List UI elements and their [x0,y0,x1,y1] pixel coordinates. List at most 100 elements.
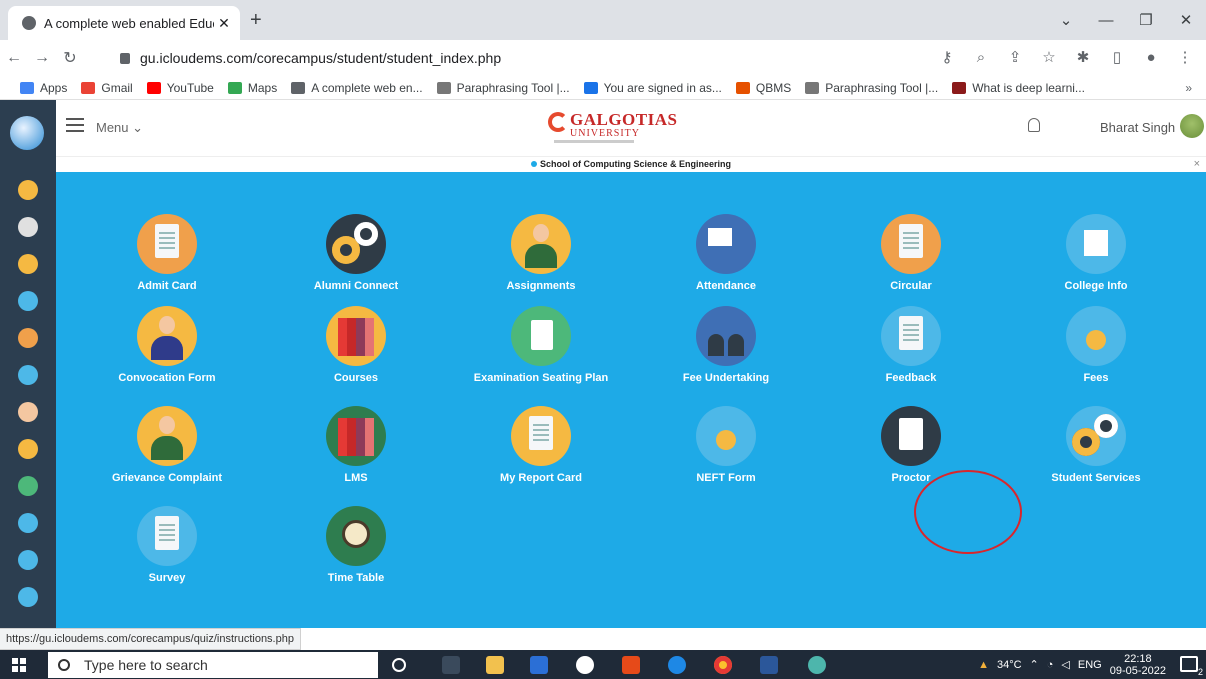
module-tile-examination-seating-plan[interactable]: Examination Seating Plan [461,306,621,396]
toolbar-icons: ⚷ ⌕ ⇪ ☆ ✱ ▯ ● ⋮ [932,44,1200,72]
chevron-up-icon[interactable]: ⌃ [1030,658,1039,671]
help-icon[interactable] [808,656,826,674]
bell-icon[interactable] [1028,118,1040,132]
bookmark-item[interactable]: What is deep learni... [952,81,1085,95]
bookmark-item[interactable]: Paraphrasing Tool |... [805,81,938,95]
notification-icon[interactable]: 2 [1180,656,1203,677]
office-icon[interactable] [622,656,640,674]
side-panel-icon[interactable]: ▯ [1102,44,1132,72]
module-tile-admit-card[interactable]: Admit Card [87,214,247,304]
module-tile-convocation-form[interactable]: Convocation Form [87,306,247,396]
minimize-icon[interactable]: — [1086,12,1126,29]
extensions-icon[interactable]: ✱ [1068,44,1098,72]
ems-logo-icon[interactable] [10,116,44,150]
module-tile-label: LMS [344,472,368,484]
bookmarks-bar: Apps Gmail YouTube Maps A complete web en...… [0,76,1206,100]
dropbox-icon[interactable] [530,656,548,674]
weather-icon[interactable]: ▲ [978,659,989,671]
zoom-icon[interactable]: ⌕ [966,44,996,72]
reload-icon[interactable]: ↻ [56,48,84,68]
module-tile-time-table[interactable]: Time Table [276,506,436,596]
back-icon[interactable]: ← [0,49,28,67]
module-tile-lms[interactable]: LMS [276,406,436,496]
sidebar-admit-card-icon[interactable] [18,180,38,200]
module-tile-assignments[interactable]: Assignments [461,214,621,304]
bookmark-item[interactable]: Paraphrasing Tool |... [436,81,570,95]
share-icon[interactable]: ⇪ [1000,44,1030,72]
module-tile-proctor[interactable]: Proctor [831,406,991,496]
hamburger-icon[interactable] [66,118,84,132]
more-menu-icon[interactable]: ⋮ [1170,44,1200,72]
bookmark-star-icon[interactable]: ☆ [1034,44,1064,72]
bookmark-item[interactable]: Apps [20,81,67,95]
bookmark-item[interactable]: Gmail [81,81,133,95]
bookmark-item[interactable]: You are signed in as... [583,81,722,95]
bookmark-label: QBMS [755,80,792,95]
task-view-icon[interactable] [442,656,460,674]
module-tile-circular[interactable]: Circular [831,214,991,304]
language-indicator[interactable]: ENG [1078,659,1102,671]
close-window-icon[interactable]: ✕ [1166,11,1206,29]
module-tile-fees[interactable]: Fees [1016,306,1176,396]
forward-icon[interactable]: → [28,49,56,67]
address-bar[interactable]: gu.icloudems.com/corecampus/student/stud… [110,44,990,72]
bookmark-item[interactable]: Maps [227,81,277,95]
sidebar-feedback-icon[interactable] [18,550,38,570]
edge-icon[interactable] [668,656,686,674]
module-tile-student-services[interactable]: Student Services [1016,406,1176,496]
module-tile-college-info[interactable]: College Info [1016,214,1176,304]
windows-start-icon[interactable] [12,658,26,672]
module-tile-fee-undertaking[interactable]: Fee Undertaking [646,306,806,396]
module-tile-courses[interactable]: Courses [276,306,436,396]
profile-icon[interactable]: ● [1136,44,1166,72]
bookmark-icon [146,81,161,94]
key-icon[interactable]: ⚷ [932,44,962,72]
module-tile-alumni-connect[interactable]: Alumni Connect [276,214,436,304]
university-logo-mark-icon [548,112,568,132]
tab-search-icon[interactable]: ⌄ [1046,11,1086,29]
module-tile-neft-form[interactable]: NEFT Form [646,406,806,496]
volume-icon[interactable]: ◁ [1061,658,1069,671]
bookmark-item[interactable]: YouTube [146,80,214,95]
tab-close-button[interactable]: ✕ [214,15,234,32]
bookmark-item[interactable]: A complete web en... [291,81,423,95]
sidebar-assignments-icon[interactable] [18,254,38,274]
module-tile-attendance[interactable]: Attendance [646,214,806,304]
avatar[interactable] [1180,114,1204,138]
sidebar-exam-icon[interactable] [18,476,38,496]
restore-icon[interactable]: ❐ [1126,11,1166,29]
user-name[interactable]: Bharat Singh [1100,120,1175,135]
books-icon [326,406,386,466]
sidebar-attendance-icon[interactable] [18,291,38,311]
bookmark-item[interactable]: QBMS [735,80,792,95]
module-tile-feedback[interactable]: Feedback [831,306,991,396]
module-tile-label: Alumni Connect [313,280,399,292]
temperature[interactable]: 34°C [997,659,1022,671]
menu-button[interactable]: Menu ⌄ [96,120,143,136]
school-bar-close-button[interactable]: × [1194,157,1200,172]
module-tile-my-report-card[interactable]: My Report Card [461,406,621,496]
cortana-icon[interactable] [392,658,406,672]
sidebar-courses-icon[interactable] [18,439,38,459]
sidebar-college-icon[interactable] [18,365,38,385]
presentation-icon [696,214,756,274]
word-icon[interactable] [760,656,778,674]
sidebar-convocation-icon[interactable] [18,402,38,422]
clock[interactable]: 22:18 09-05-2022 [1110,653,1166,677]
file-explorer-icon[interactable] [486,656,504,674]
sidebar-fees-icon[interactable] [18,513,38,533]
app-icon[interactable] [576,656,594,674]
chrome-icon[interactable] [714,656,732,674]
sidebar-alumni-icon[interactable] [18,217,38,237]
module-tile-survey[interactable]: Survey [87,506,247,596]
bookmarks-more-button[interactable]: » [1185,81,1192,95]
bookmark-label: YouTube [166,80,214,95]
browser-tab[interactable]: A complete web enabled Educati ✕ [8,6,240,40]
taskbar-search[interactable]: Type here to search [48,652,378,678]
sidebar-circular-icon[interactable] [18,328,38,348]
module-tile-grievance-complaint[interactable]: Grievance Complaint [87,406,247,496]
new-tab-button[interactable]: + [250,9,262,32]
network-icon[interactable]: ◔ [1047,659,1054,671]
university-logo: GALGOTIAS UNIVERSITY [548,110,677,148]
sidebar-info-icon[interactable] [18,587,38,607]
